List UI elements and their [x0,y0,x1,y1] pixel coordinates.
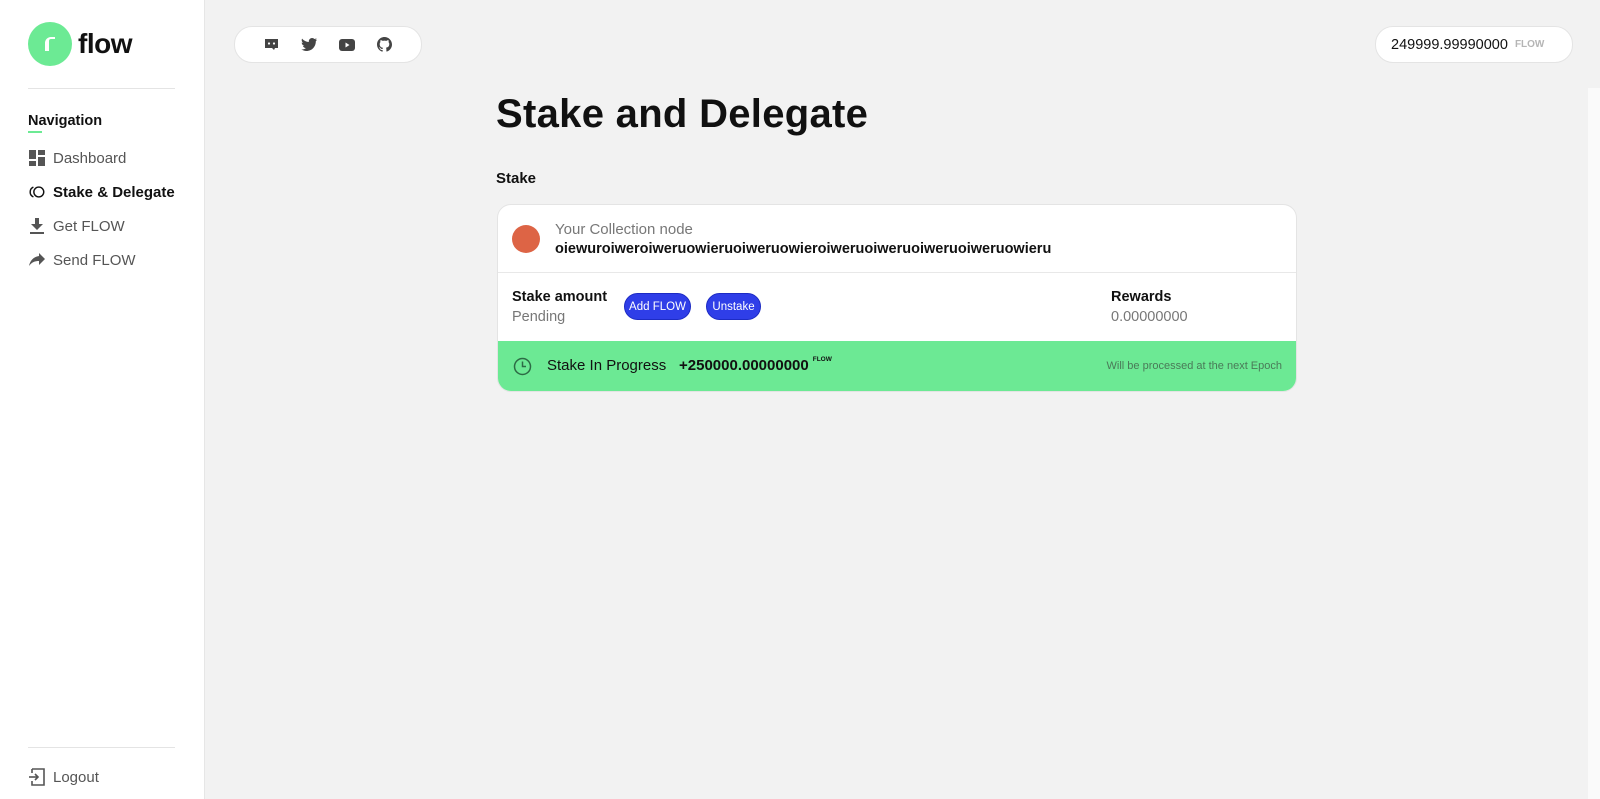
app-root: flow Navigation Dashboard Stake & Delega… [0,0,1600,799]
nav-heading: Navigation [28,113,103,129]
balance-value: 249999.99990000 [1391,36,1508,53]
page-title: Stake and Delegate [496,92,869,136]
logout-label: Logout [53,768,99,786]
stake-card: Your Collection node oiewuroiweroiweruow… [497,204,1297,392]
dashboard-icon [28,149,46,167]
stake-icon [28,183,46,201]
share-arrow-icon [28,251,46,269]
sidebar-item-dashboard[interactable]: Dashboard [28,147,126,169]
youtube-icon[interactable] [338,37,355,53]
balance-pill[interactable]: 249999.99990000 FLOW [1375,26,1573,63]
stake-amount-label: Stake amount [512,289,608,305]
social-links [234,26,422,63]
github-icon[interactable] [376,37,392,53]
sidebar-item-label: Stake & Delegate [53,183,175,201]
rewards-value: 0.00000000 [1111,309,1188,325]
sidebar-item-label: Get FLOW [53,217,125,235]
flow-logo-icon [28,22,72,66]
sidebar-item-stake-delegate[interactable]: Stake & Delegate [28,181,175,203]
balance-unit: FLOW [1514,39,1545,50]
discord-icon[interactable] [264,37,280,53]
logout-button[interactable]: Logout [28,768,99,786]
unstake-button[interactable]: Unstake [706,293,761,320]
download-icon [28,217,46,235]
rewards-label: Rewards [1111,289,1172,305]
sidebar-item-label: Dashboard [53,149,127,167]
nav-heading-underline [28,131,42,133]
twitter-icon[interactable] [301,37,318,53]
stake-row: Stake amount Pending Add FLOW Unstake Re… [498,273,1296,341]
clock-icon [513,357,532,376]
section-label-stake: Stake [496,170,537,187]
progress-note: Will be processed at the next Epoch [1106,360,1282,372]
brand-name: flow [78,28,133,59]
sidebar-divider-top [28,88,175,89]
progress-label: Stake In Progress [547,357,667,374]
sidebar: flow Navigation Dashboard Stake & Delega… [0,0,205,799]
node-label: Your Collection node [555,221,693,238]
node-avatar [512,225,540,253]
add-flow-button[interactable]: Add FLOW [624,293,691,320]
flow-logo[interactable]: flow [28,22,133,66]
node-row: Your Collection node oiewuroiweroiweruow… [498,205,1296,273]
node-id: oiewuroiweroiweruowieruoiweruowieroiweru… [555,241,1052,257]
sidebar-divider-bottom [28,747,175,748]
sidebar-item-send-flow[interactable]: Send FLOW [28,249,136,271]
sidebar-item-get-flow[interactable]: Get FLOW [28,215,125,237]
logout-icon [28,768,46,786]
stake-status: Pending [512,309,566,325]
progress-amount-unit: FLOW [812,356,832,363]
progress-amount-value: +250000.00000000 [679,357,809,374]
progress-amount: +250000.00000000 FLOW [679,356,832,374]
sidebar-item-label: Send FLOW [53,251,136,269]
scrollbar-track[interactable] [1588,88,1600,799]
stake-progress-banner: Stake In Progress +250000.00000000 FLOW W… [498,341,1296,391]
